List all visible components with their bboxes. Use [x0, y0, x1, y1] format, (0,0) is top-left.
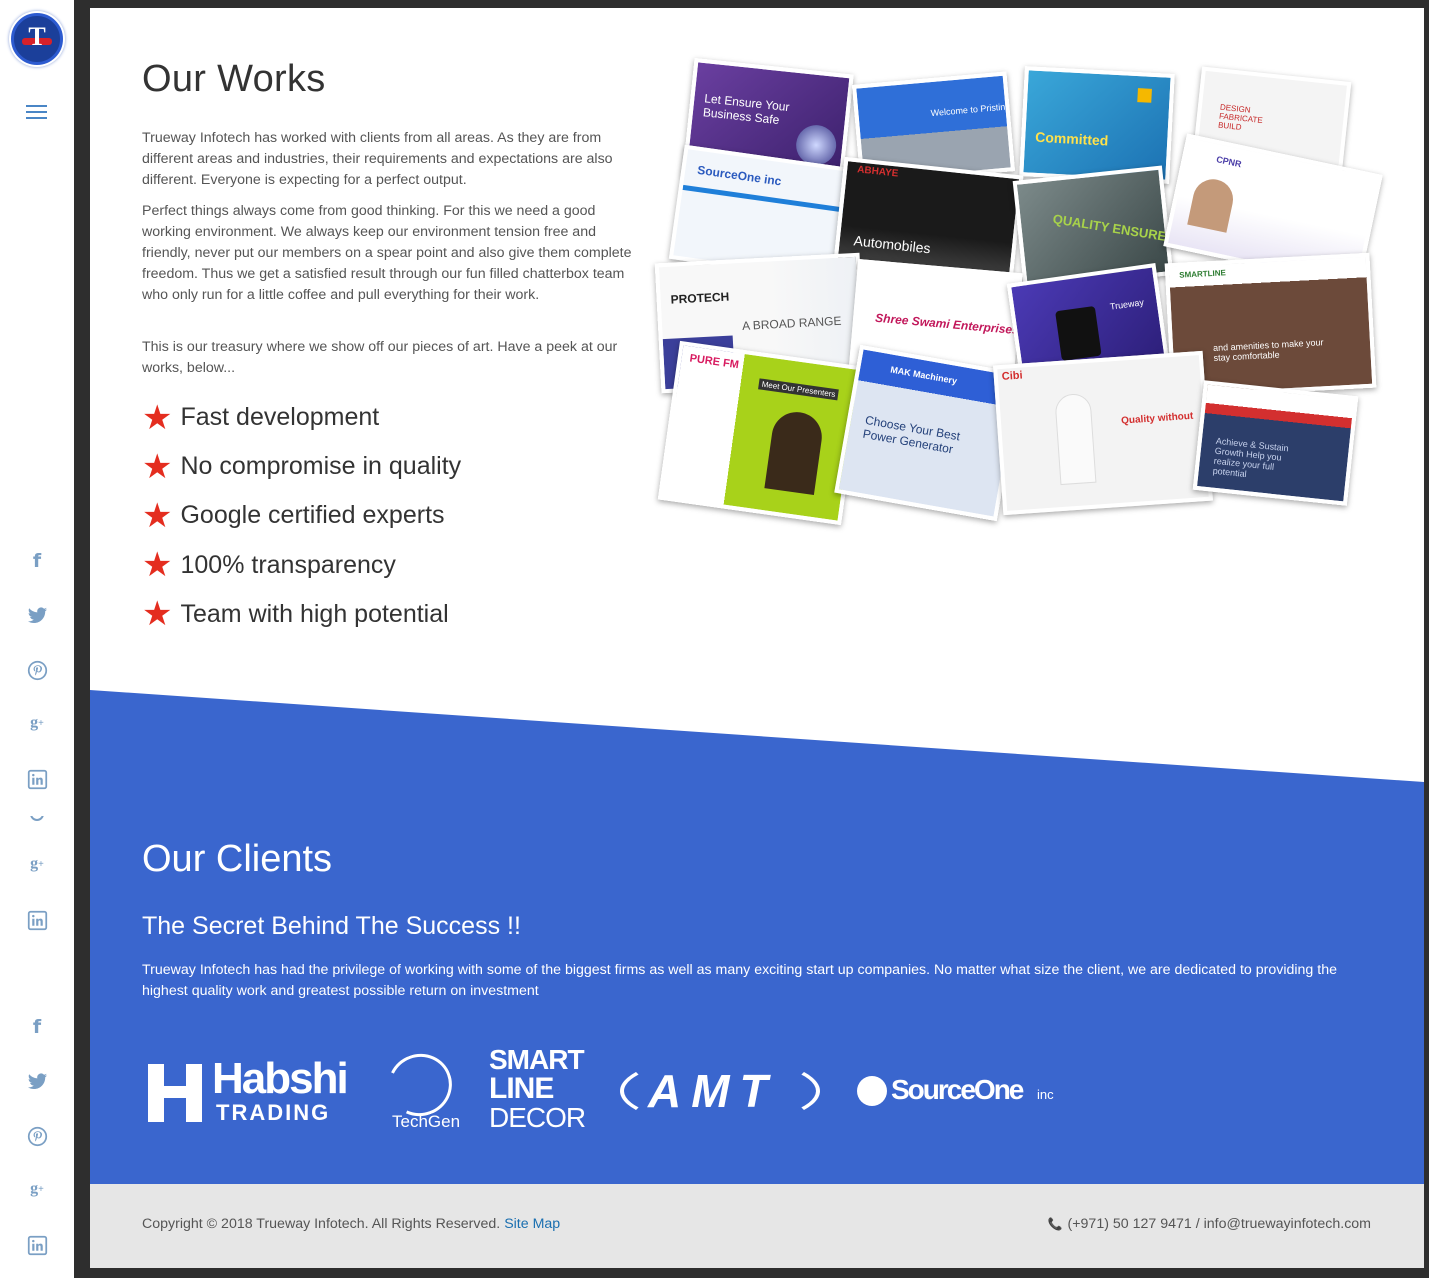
star-icon: ★	[142, 397, 173, 438]
our-works-section: Our Works Trueway Infotech has worked wi…	[90, 8, 1424, 698]
google-plus-icon[interactable]: g +	[25, 852, 49, 876]
clients-title: Our Clients	[142, 838, 333, 880]
feature-item: ★ Fast development	[142, 393, 461, 442]
works-paragraph: Trueway Infotech has worked with clients…	[142, 130, 613, 188]
work-thumbnail-achieve[interactable]: Achieve & Sustain Growth Help you realiz…	[1192, 380, 1359, 506]
partial-pinterest-icon	[30, 816, 44, 822]
site-map-link[interactable]: Site Map	[504, 1216, 560, 1232]
contact-text: (+971) 50 127 9471 / info@truewayinfotec…	[1067, 1216, 1371, 1232]
feature-item: ★ No compromise in quality	[142, 442, 461, 491]
habshi-trading-logo: Habshi TRADING	[142, 1054, 349, 1126]
left-sidebar: T f g + g + f g +	[0, 0, 74, 1278]
works-paragraph: This is our treasury where we show off o…	[142, 339, 618, 376]
works-paragraph: Perfect things always come from good thi…	[142, 203, 632, 303]
our-clients-section: Our Clients The Secret Behind The Succes…	[90, 690, 1424, 1184]
habshi-h-mark	[142, 1064, 206, 1122]
clients-description: Trueway Infotech has had the privilege o…	[142, 962, 1337, 999]
linkedin-icon[interactable]	[25, 908, 49, 932]
facebook-icon[interactable]: f	[25, 549, 49, 573]
sourceone-suffix: inc	[1037, 1087, 1054, 1102]
logo-letter: T	[28, 22, 46, 51]
works-title: Our Works	[142, 58, 326, 100]
contact-info: 📞 (+971) 50 127 9471 / info@truewayinfote…	[1048, 1216, 1371, 1232]
trueway-logo[interactable]: T	[11, 13, 63, 65]
google-plus-icon[interactable]: g +	[25, 1177, 49, 1201]
feature-label: Google certified experts	[180, 501, 445, 530]
pinterest-icon[interactable]	[25, 1124, 49, 1148]
star-icon: ★	[142, 594, 173, 635]
star-icon: ★	[142, 545, 173, 586]
page-footer: Copyright © 2018 Trueway Infotech. All R…	[90, 1184, 1424, 1268]
habshi-name: Habshi	[212, 1054, 349, 1103]
star-icon: ★	[142, 495, 173, 536]
clients-subtitle: The Secret Behind The Success !!	[142, 912, 521, 940]
smart-line-decor-logo: SMART LINE DECOR	[489, 1044, 589, 1134]
features-list: ★ Fast development ★ No compromise in qual…	[142, 393, 461, 639]
feature-item: ★ Team with high potential	[142, 590, 461, 639]
sourceone-logo: SourceOne inc	[857, 1070, 1062, 1114]
feature-label: Fast development	[180, 403, 380, 432]
sourceone-mark	[857, 1076, 887, 1106]
works-collage: Let Ensure Your Business Safe Welcome to…	[654, 57, 1388, 538]
feature-label: 100% transparency	[180, 550, 396, 579]
facebook-icon[interactable]: f	[25, 1015, 49, 1039]
techgen-logo: TechGen	[379, 1044, 461, 1134]
google-plus-icon[interactable]: g +	[25, 711, 49, 735]
linkedin-icon[interactable]	[25, 767, 49, 791]
twitter-icon[interactable]	[25, 1069, 49, 1093]
work-thumbnail-purefm[interactable]: PURE FM Meet Our Presenters	[657, 340, 864, 526]
techgen-name: TechGen	[392, 1112, 461, 1131]
work-thumbnail-cibi[interactable]: Cibi Quality without	[993, 350, 1213, 516]
pinterest-icon[interactable]	[25, 658, 49, 682]
sourceone-name: SourceOne	[891, 1074, 1024, 1105]
phone-icon: 📞	[1047, 1217, 1063, 1231]
habshi-subname: TRADING	[216, 1100, 331, 1125]
smartline-word-3: DECOR	[489, 1102, 586, 1133]
copyright: Copyright © 2018 Trueway Infotech. All R…	[142, 1216, 560, 1232]
amt-logo: AMT	[620, 1050, 825, 1134]
star-icon: ★	[142, 446, 173, 487]
feature-item: ★ 100% transparency	[142, 541, 461, 590]
amt-name: AMT	[648, 1065, 778, 1117]
client-logos: Habshi TRADING TechGen SMART LINE DECOR …	[142, 1044, 1382, 1140]
linkedin-icon[interactable]	[25, 1233, 49, 1257]
smartline-word-2: LINE	[489, 1072, 554, 1105]
hamburger-menu-icon[interactable]	[26, 105, 47, 123]
twitter-icon[interactable]	[25, 603, 49, 627]
feature-item: ★ Google certified experts	[142, 491, 461, 540]
feature-label: No compromise in quality	[180, 452, 462, 481]
main-page: Our Works Trueway Infotech has worked wi…	[90, 8, 1424, 1268]
copyright-text: Copyright © 2018 Trueway Infotech. All R…	[142, 1216, 501, 1232]
feature-label: Team with high potential	[180, 599, 449, 628]
